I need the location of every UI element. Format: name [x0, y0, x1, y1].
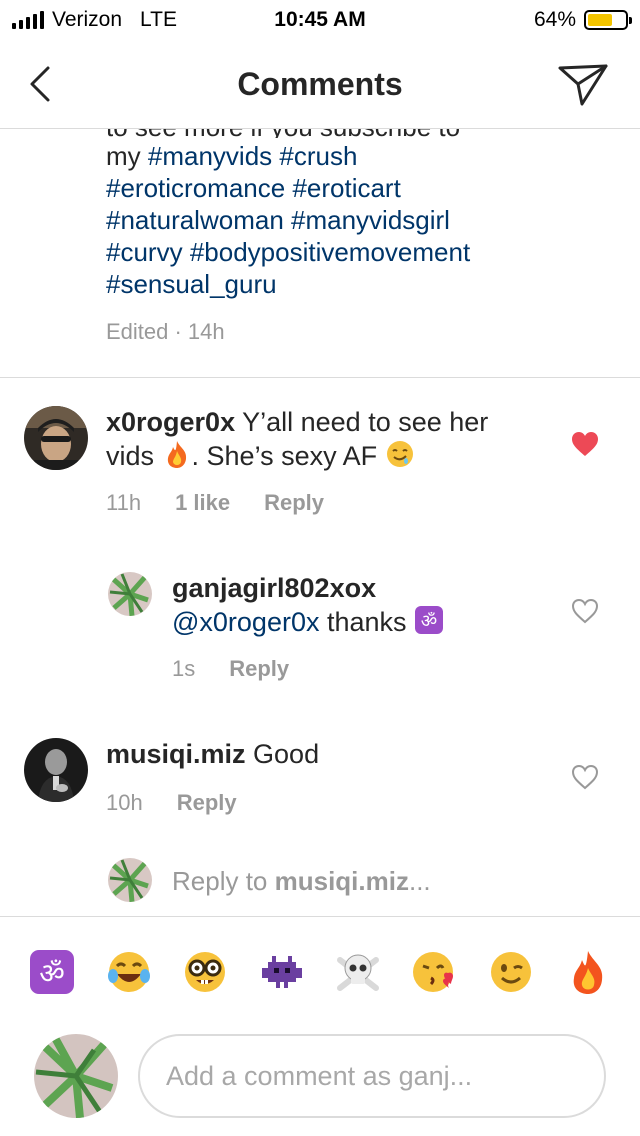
hashtag-link[interactable]: #bodypositivemovement — [190, 237, 470, 267]
caption-line: my #manyvids #crush — [106, 141, 358, 171]
status-bar: Verizon LTE 10:45 AM 64% — [0, 0, 640, 40]
emoji-quick-bar: ॐ — [0, 940, 640, 1004]
svg-text:ॐ: ॐ — [39, 957, 65, 990]
likes-count-link[interactable]: 1 like — [175, 490, 230, 516]
comment-time: 1s — [172, 656, 196, 681]
hashtag-link[interactable]: #eroticromance — [106, 173, 285, 203]
winking-face-icon[interactable] — [487, 948, 535, 996]
reply-prompt[interactable]: Reply to musiqi.miz... — [172, 866, 431, 897]
caption-line: #naturalwoman #manyvidsgirl — [106, 204, 576, 236]
reply-text: ganjagirl802xox @x0roger0x thanks ॐ — [172, 572, 552, 639]
hashtag-link[interactable]: #sensual_guru — [106, 269, 277, 299]
liked-heart-icon[interactable] — [570, 430, 600, 458]
comment-username[interactable]: musiqi.miz — [106, 739, 246, 769]
avatar — [108, 858, 152, 902]
comment-input[interactable] — [140, 1036, 604, 1116]
avatar[interactable] — [24, 406, 88, 470]
comment-input-wrapper — [138, 1034, 606, 1118]
reply-button[interactable]: Reply — [229, 656, 289, 682]
like-heart-outline-icon[interactable] — [570, 597, 600, 625]
mention-link[interactable]: @x0roger0x — [172, 607, 319, 637]
caption-divider — [0, 377, 640, 378]
reply-button[interactable]: Reply — [264, 490, 324, 516]
battery-group: 64% — [533, 8, 632, 32]
battery-icon — [584, 10, 632, 30]
direct-send-icon[interactable] — [556, 60, 610, 108]
om-icon[interactable]: ॐ — [28, 948, 76, 996]
fire-icon — [167, 441, 186, 468]
hashtag-link[interactable]: #manyvids — [148, 141, 272, 171]
tears-of-joy-icon[interactable] — [105, 948, 153, 996]
post-caption: my #manyvids #crush #eroticromance #erot… — [106, 140, 576, 348]
caption-line: #sensual_guru — [106, 268, 576, 300]
comment-text: musiqi.miz Good — [106, 739, 320, 769]
comment-actions: 10h Reply — [106, 790, 237, 816]
comment-actions: 1s Reply — [172, 656, 289, 682]
hashtag-link[interactable]: #manyvidsgirl — [291, 205, 450, 235]
reply-target-username: musiqi.miz — [274, 866, 409, 896]
avatar[interactable] — [24, 738, 88, 802]
hashtag-link[interactable]: #crush — [279, 141, 357, 171]
alien-monster-icon[interactable] — [258, 948, 306, 996]
comment-text: x0roger0x Y’all need to see her vids . S… — [106, 407, 489, 471]
nerd-face-icon[interactable] — [181, 948, 229, 996]
comment-actions: 11h 1 like Reply — [106, 490, 324, 516]
svg-text:ॐ: ॐ — [421, 611, 437, 632]
nav-header: Comments — [0, 40, 640, 129]
comment-time: 10h — [106, 790, 143, 815]
battery-percent: 64% — [533, 8, 576, 31]
comment-username[interactable]: x0roger0x — [106, 407, 235, 437]
caption-meta: Edited · 14h — [106, 319, 225, 344]
hashtag-link[interactable]: #eroticart — [292, 173, 400, 203]
hashtag-link[interactable]: #naturalwoman — [106, 205, 284, 235]
caption-line: #eroticromance #eroticart — [106, 172, 576, 204]
like-heart-outline-icon[interactable] — [570, 763, 600, 791]
caption-line: #curvy #bodypositivemovement — [106, 236, 576, 268]
composer-divider — [0, 916, 640, 917]
hashtag-link[interactable]: #curvy — [106, 237, 183, 267]
fire-icon[interactable] — [564, 948, 612, 996]
comment-time: 11h — [106, 490, 142, 515]
comment-username[interactable]: ganjagirl802xox — [172, 572, 552, 605]
avatar[interactable] — [108, 572, 152, 616]
om-icon: ॐ — [415, 606, 444, 634]
reply-button[interactable]: Reply — [177, 790, 237, 816]
skull-crossbones-icon[interactable] — [334, 948, 382, 996]
drooling-face-icon — [386, 441, 413, 467]
page-title: Comments — [237, 66, 403, 102]
kissing-heart-icon[interactable] — [411, 948, 459, 996]
current-user-avatar — [34, 1034, 118, 1118]
